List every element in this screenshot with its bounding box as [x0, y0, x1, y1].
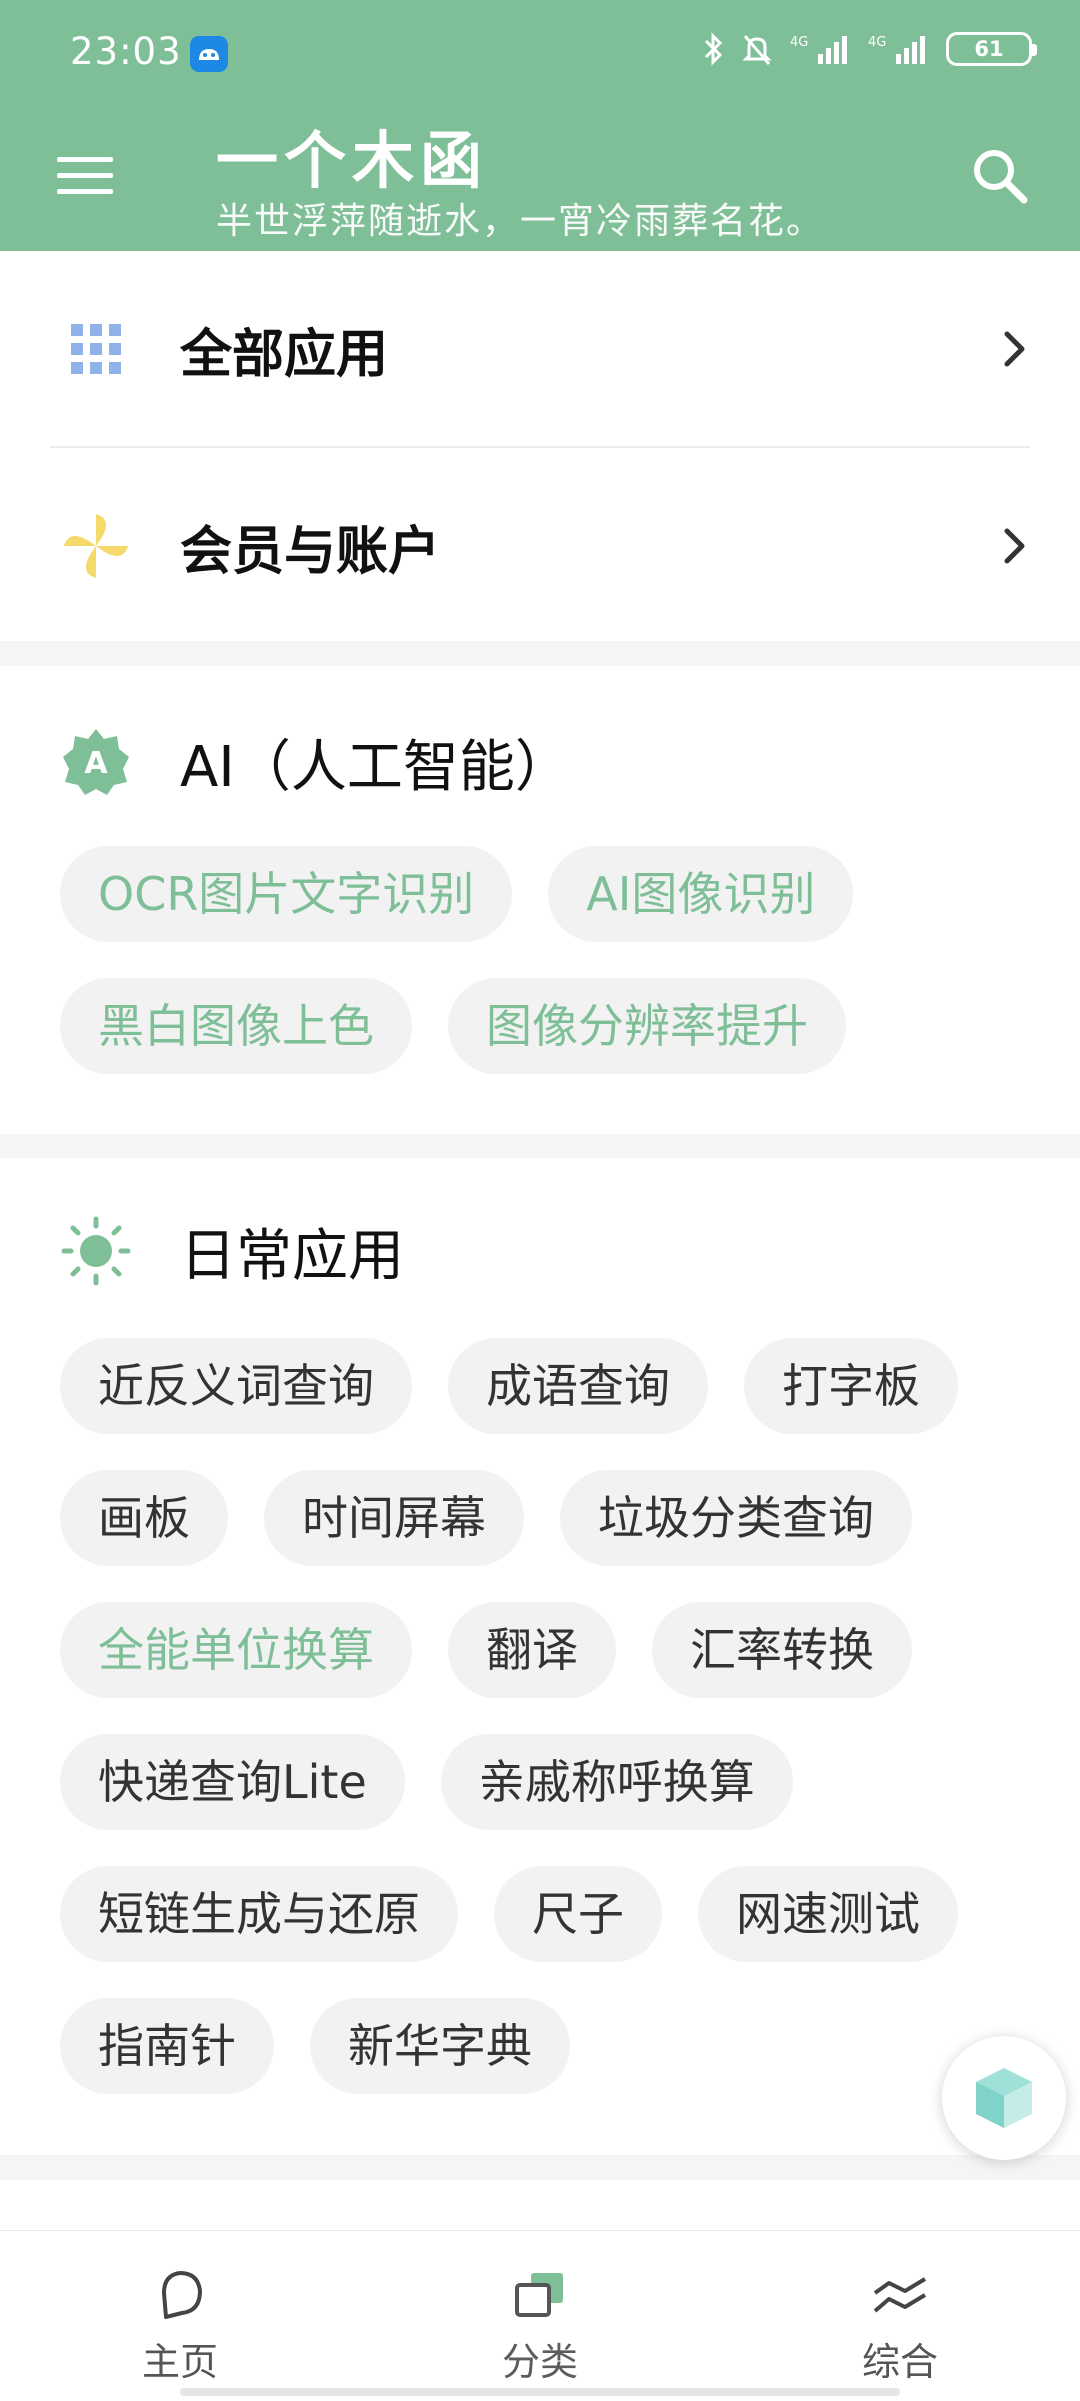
ai-section-header: A AI（人工智能） [0, 707, 1080, 817]
chip-short-link[interactable]: 短链生成与还原 [60, 1866, 458, 1962]
next-section-card [0, 2180, 1080, 2230]
all-apps-row[interactable]: 全部应用 [0, 251, 1080, 447]
chip-unit-conversion[interactable]: 全能单位换算 [60, 1602, 412, 1698]
status-bar: 23:03 4G 4G 61 [0, 0, 1080, 110]
bluetooth-icon [704, 32, 723, 66]
sun-icon [58, 1213, 134, 1289]
chevron-right-icon [990, 521, 1040, 571]
membership-row[interactable]: 会员与账户 [0, 448, 1080, 644]
overview-chart-icon [868, 2267, 932, 2323]
hamburger-icon [57, 157, 113, 194]
pinwheel-icon [58, 508, 134, 584]
nav-home[interactable]: 主页 [80, 2231, 280, 2401]
chip-upscale[interactable]: 图像分辨率提升 [448, 978, 846, 1074]
menu-button[interactable] [40, 130, 130, 220]
bottom-navigation: 主页 分类 综合 [0, 2230, 1080, 2401]
nav-category-label: 分类 [501, 2340, 578, 2384]
status-time: 23:03 [70, 30, 182, 73]
chip-typing-board[interactable]: 打字板 [744, 1338, 958, 1434]
chip-express-tracking[interactable]: 快递查询Lite [60, 1734, 405, 1830]
daily-section-header: 日常应用 [0, 1196, 1080, 1306]
signal-4g-icon: 4G [790, 35, 847, 64]
grid-icon [58, 311, 134, 387]
status-indicators: 4G 4G 61 [702, 32, 1037, 66]
cube-icon [976, 2068, 1032, 2128]
ai-section-title: AI（人工智能） [180, 734, 571, 800]
chip-time-screen[interactable]: 时间屏幕 [264, 1470, 524, 1566]
daily-section-card: 日常应用 近反义词查询 成语查询 打字板 画板 时间屏幕 垃圾分类查询 全能单位… [0, 1158, 1080, 2155]
app-subtitle: 半世浮萍随逝水，一宵冷雨葬名花。 [216, 201, 825, 242]
nav-overview-label: 综合 [861, 2340, 938, 2384]
gesture-bar [180, 2388, 900, 2396]
home-icon [148, 2267, 212, 2323]
chip-dictionary[interactable]: 新华字典 [310, 1998, 570, 2094]
chip-relative-title[interactable]: 亲戚称呼换算 [440, 1734, 793, 1830]
daily-chip-list: 近反义词查询 成语查询 打字板 画板 时间屏幕 垃圾分类查询 全能单位换算 翻译… [60, 1338, 1040, 2094]
floating-cube-button[interactable] [942, 2036, 1066, 2160]
battery-indicator: 61 [946, 32, 1037, 66]
svg-text:4G: 4G [868, 35, 886, 50]
chip-ocr[interactable]: OCR图片文字识别 [60, 846, 513, 942]
search-button[interactable] [954, 130, 1044, 220]
signal-4g-2-icon: 4G [868, 35, 925, 64]
nav-category[interactable]: 分类 [440, 2231, 640, 2401]
chip-colorize[interactable]: 黑白图像上色 [60, 978, 412, 1074]
chip-exchange-rate[interactable]: 汇率转换 [652, 1602, 912, 1698]
ai-chip-list: OCR图片文字识别 AI图像识别 黑白图像上色 图像分辨率提升 [60, 846, 1040, 1074]
chevron-right-icon [990, 324, 1040, 374]
mute-bell-icon [742, 35, 772, 65]
chip-ai-image-recognition[interactable]: AI图像识别 [548, 846, 854, 942]
membership-label: 会员与账户 [180, 521, 441, 582]
all-apps-label: 全部应用 [180, 324, 389, 385]
app-title: 一个木函 [216, 124, 489, 197]
chip-idiom-lookup[interactable]: 成语查询 [448, 1338, 708, 1434]
ai-section-card: A AI（人工智能） OCR图片文字识别 AI图像识别 黑白图像上色 图像分辨率… [0, 666, 1080, 1134]
nav-overview[interactable]: 综合 [800, 2231, 1000, 2401]
category-icon [508, 2267, 572, 2323]
svg-text:4G: 4G [790, 35, 808, 50]
nav-home-label: 主页 [141, 2340, 218, 2384]
svg-text:A: A [84, 746, 108, 781]
app-bar: 一个木函 半世浮萍随逝水，一宵冷雨葬名花。 [0, 110, 1080, 251]
chip-speed-test[interactable]: 网速测试 [698, 1866, 958, 1962]
chip-synonym-lookup[interactable]: 近反义词查询 [60, 1338, 412, 1434]
android-notification-icon [190, 36, 228, 72]
chip-compass[interactable]: 指南针 [60, 1998, 274, 2094]
search-icon [974, 150, 1028, 204]
chip-garbage-sorting[interactable]: 垃圾分类查询 [560, 1470, 912, 1566]
chip-ruler[interactable]: 尺子 [494, 1866, 662, 1962]
ai-badge-icon: A [58, 724, 134, 800]
chip-drawing-board[interactable]: 画板 [60, 1470, 228, 1566]
chip-translate[interactable]: 翻译 [448, 1602, 616, 1698]
quick-menu-card: 全部应用 会员与账户 [0, 251, 1080, 641]
daily-section-title: 日常应用 [180, 1223, 404, 1289]
